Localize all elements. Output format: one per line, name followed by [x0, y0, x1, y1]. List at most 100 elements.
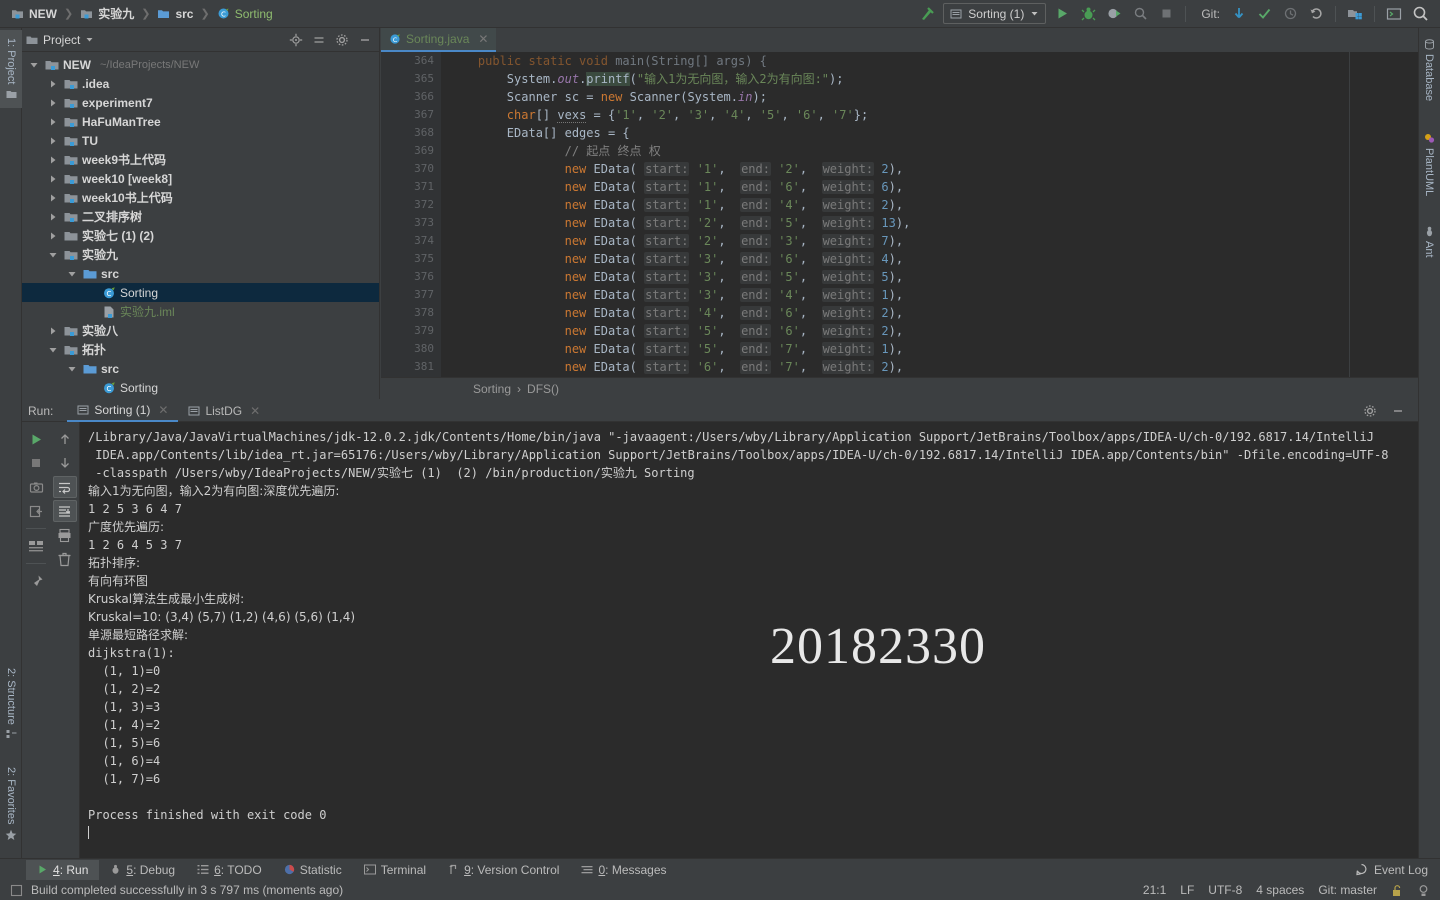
tree-node[interactable]: TU: [22, 131, 379, 150]
bottom-button-messages[interactable]: 0: Messages: [570, 860, 677, 880]
code-text[interactable]: public static void main(String[] args) {…: [441, 52, 1418, 377]
code-line[interactable]: // 起点 终点 权: [441, 142, 1418, 160]
hide-icon[interactable]: [355, 30, 375, 50]
editor-breadcrumb-method[interactable]: DFS(): [527, 382, 559, 396]
profiler-icon[interactable]: [1130, 4, 1150, 24]
code-line[interactable]: new EData( start: '3', end: '5', weight:…: [441, 268, 1418, 286]
scroll-to-end-icon[interactable]: [52, 500, 77, 522]
breadcrumb-item-class[interactable]: C Sorting: [214, 7, 276, 21]
git-history-icon[interactable]: [1280, 4, 1300, 24]
code-line[interactable]: new EData( start: '3', end: '4', weight:…: [441, 286, 1418, 304]
tree-twisty-expanded-icon[interactable]: [68, 270, 79, 278]
bottom-button-terminal[interactable]: Terminal: [353, 860, 437, 880]
run-configuration-selector[interactable]: Sorting (1): [943, 3, 1047, 24]
tree-twisty-collapsed-icon[interactable]: [49, 156, 60, 164]
print-icon[interactable]: [53, 524, 77, 546]
breadcrumb-item-new[interactable]: NEW: [8, 7, 60, 21]
tree-node[interactable]: 实验七 (1) (2): [22, 226, 379, 245]
tree-twisty-expanded-icon[interactable]: [49, 251, 60, 259]
code-line[interactable]: new EData( start: '5', end: '7', weight:…: [441, 340, 1418, 358]
tree-node[interactable]: week10书上代码: [22, 188, 379, 207]
bottom-button-version-control[interactable]: 9: Version Control: [437, 860, 570, 880]
code-line[interactable]: EData[] edges = {: [441, 124, 1418, 142]
git-branch-widget[interactable]: Git: master: [1318, 883, 1377, 897]
code-line[interactable]: new EData( start: '6', end: '7', weight:…: [441, 358, 1418, 376]
inspection-icon[interactable]: [1417, 884, 1430, 897]
git-update-icon[interactable]: [1228, 4, 1248, 24]
tree-node[interactable]: 拓扑: [22, 340, 379, 359]
sidebar-item-favorites[interactable]: 2: Favorites: [0, 760, 22, 848]
run-tab-listdg[interactable]: ListDG ✕: [178, 400, 270, 422]
tree-twisty-collapsed-icon[interactable]: [49, 232, 60, 240]
console-view-icon[interactable]: [24, 535, 48, 557]
collapse-all-icon[interactable]: [309, 30, 329, 50]
bottom-button-run[interactable]: 4: Run: [26, 859, 100, 880]
tree-twisty-collapsed-icon[interactable]: [49, 118, 60, 126]
tree-node[interactable]: 实验九.iml: [22, 302, 379, 321]
unlocked-icon[interactable]: [1391, 884, 1403, 897]
code-line[interactable]: new EData( start: '2', end: '3', weight:…: [441, 232, 1418, 250]
settings-gear-icon[interactable]: [332, 30, 352, 50]
code-line[interactable]: public static void main(String[] args) {: [441, 52, 1418, 70]
settings-gear-icon[interactable]: [1360, 401, 1380, 421]
run-with-coverage-icon[interactable]: [1104, 4, 1124, 24]
code-line[interactable]: new EData( start: '1', end: '4', weight:…: [441, 196, 1418, 214]
tree-twisty-collapsed-icon[interactable]: [49, 80, 60, 88]
project-structure-icon[interactable]: [1345, 4, 1365, 24]
tree-node[interactable]: src: [22, 359, 379, 378]
project-tree[interactable]: NEW ~/IdeaProjects/NEW .idea experiment7 HaF…: [22, 52, 379, 399]
pin-tab-icon[interactable]: [24, 570, 48, 592]
tree-twisty-collapsed-icon[interactable]: [49, 137, 60, 145]
tree-node[interactable]: 实验九: [22, 245, 379, 264]
tree-twisty-collapsed-icon[interactable]: [49, 175, 60, 183]
tree-node[interactable]: experiment7: [22, 93, 379, 112]
run-tab-sorting[interactable]: Sorting (1) ✕: [67, 400, 179, 422]
run-icon[interactable]: [1052, 4, 1072, 24]
close-icon[interactable]: ✕: [250, 404, 260, 418]
code-line[interactable]: new EData( start: '4', end: '6', weight:…: [441, 304, 1418, 322]
stop-icon[interactable]: [24, 452, 48, 474]
tree-node[interactable]: week9书上代码: [22, 150, 379, 169]
clear-all-icon[interactable]: [53, 548, 77, 570]
editor-tab-sorting-java[interactable]: C Sorting.java ✕: [381, 28, 497, 52]
tree-twisty-collapsed-icon[interactable]: [49, 99, 60, 107]
code-line[interactable]: System.out.printf("输入1为无向图，输入2为有向图:");: [441, 70, 1418, 88]
search-everywhere-icon[interactable]: [1410, 4, 1430, 24]
sidebar-item-structure[interactable]: 2: Structure: [0, 660, 22, 748]
close-icon[interactable]: ✕: [478, 32, 488, 46]
code-line[interactable]: Scanner sc = new Scanner(System.in);: [441, 88, 1418, 106]
code-line[interactable]: new EData( start: '1', end: '6', weight:…: [441, 178, 1418, 196]
event-log-label[interactable]: Event Log: [1374, 863, 1428, 877]
hammer-icon[interactable]: [917, 4, 937, 24]
down-arrow-icon[interactable]: [53, 452, 77, 474]
tree-node[interactable]: NEW ~/IdeaProjects/NEW: [22, 55, 379, 74]
tree-twisty-collapsed-icon[interactable]: [49, 194, 60, 202]
code-view[interactable]: 364 365 366 367 368 369 370 371 372 373 374 375 376 3…: [381, 52, 1418, 377]
file-encoding[interactable]: UTF-8: [1208, 883, 1242, 897]
indent-setting[interactable]: 4 spaces: [1256, 883, 1304, 897]
bottom-button-todo[interactable]: 6: TODO: [186, 860, 273, 880]
code-line[interactable]: char[] vexs = {'1', '2', '3', '4', '5', …: [441, 106, 1418, 124]
locate-icon[interactable]: [286, 30, 306, 50]
caret-position[interactable]: 21:1: [1143, 883, 1166, 897]
dump-threads-icon[interactable]: [24, 500, 48, 522]
up-arrow-icon[interactable]: [53, 428, 77, 450]
tree-node[interactable]: C Sorting: [22, 283, 379, 302]
code-line[interactable]: new EData( start: '1', end: '2', weight:…: [441, 160, 1418, 178]
tree-twisty-collapsed-icon[interactable]: [49, 327, 60, 335]
tree-twisty-collapsed-icon[interactable]: [49, 213, 60, 221]
camera-snapshot-icon[interactable]: [24, 476, 48, 498]
bottom-button-debug[interactable]: 5: Debug: [99, 860, 186, 880]
bottom-button-statistic[interactable]: Statistic: [273, 860, 353, 880]
tree-node[interactable]: HaFuManTree: [22, 112, 379, 131]
soft-wrap-icon[interactable]: [52, 476, 77, 498]
tree-twisty-expanded-icon[interactable]: [49, 346, 60, 354]
hide-panel-icon[interactable]: [1388, 401, 1408, 421]
sidebar-item-database[interactable]: Database: [1418, 30, 1440, 110]
debug-icon[interactable]: [1078, 4, 1098, 24]
terminal-icon[interactable]: [1384, 4, 1404, 24]
breadcrumb-item-src[interactable]: src: [154, 7, 196, 21]
tree-node[interactable]: week10 [week8]: [22, 169, 379, 188]
tree-node[interactable]: src: [22, 264, 379, 283]
project-panel-title[interactable]: Project: [26, 33, 94, 47]
